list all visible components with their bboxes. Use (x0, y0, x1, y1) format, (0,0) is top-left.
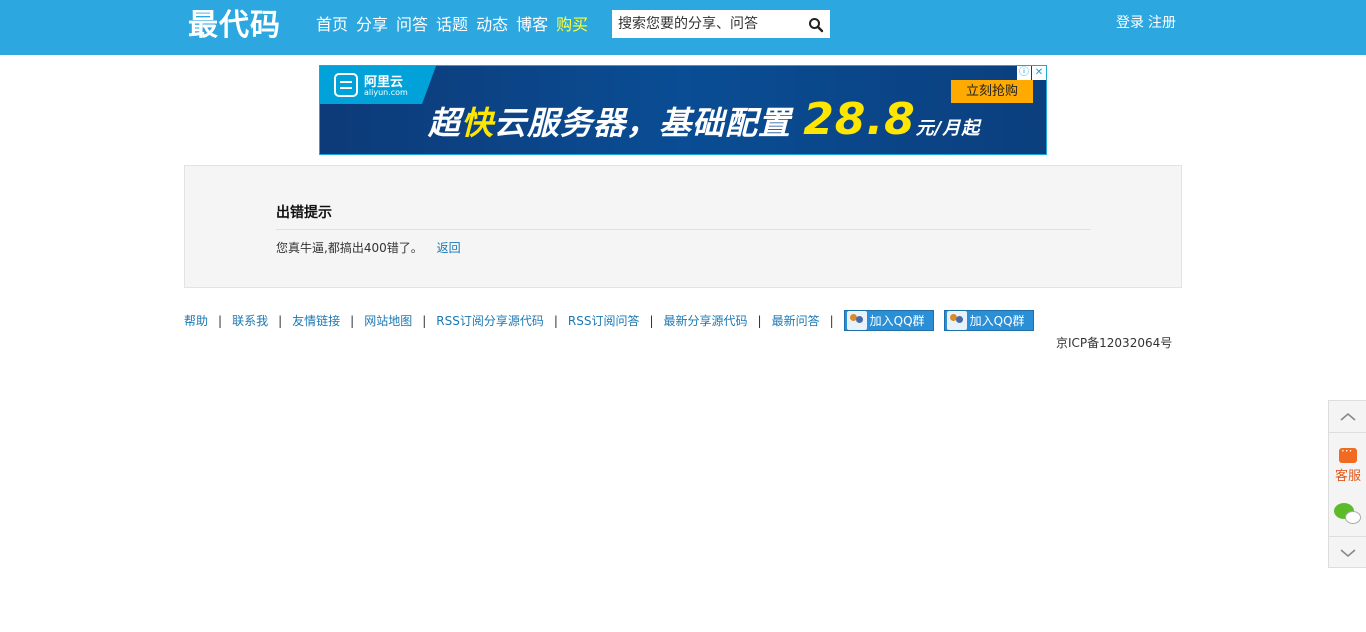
ad-headline: 超快云服务器，基础配置 28.8元/月起 (428, 94, 980, 145)
aliyun-logo-icon (334, 73, 358, 97)
chevron-up-icon (1340, 412, 1356, 421)
chat-bubble-icon (1339, 444, 1357, 463)
error-code: 400 (363, 241, 387, 255)
ad-close-icon[interactable]: ✕ (1032, 66, 1046, 80)
scroll-top-button[interactable] (1329, 401, 1366, 433)
footer-links: 帮助 | 联系我 | 友情链接 | 网站地图 | RSS订阅分享源代码 | RSS订阅问答… (184, 310, 1034, 331)
wechat-button[interactable] (1329, 499, 1366, 531)
main-nav: 首页 分享 问答 话题 动态 博客 购买 (316, 14, 588, 36)
footer-help[interactable]: 帮助 (184, 312, 208, 329)
site-logo[interactable]: 最代码 (188, 8, 281, 44)
error-message: 您真牛逼,都搞出400错了。 返回 (276, 239, 461, 256)
search-icon[interactable] (808, 17, 824, 33)
aliyun-logo: 阿里云 aliyun.com (320, 66, 436, 104)
footer-sitemap[interactable]: 网站地图 (364, 312, 412, 329)
error-message-post: 错了。 (386, 241, 423, 255)
chevron-down-icon (1340, 548, 1356, 557)
ad-brand-domain: aliyun.com (364, 88, 408, 97)
register-link[interactable]: 注册 (1148, 12, 1176, 32)
footer-rss-share[interactable]: RSS订阅分享源代码 (436, 312, 544, 329)
footer-latest-qa[interactable]: 最新问答 (772, 312, 820, 329)
join-qq-group-button-2[interactable]: 加入QQ群 (943, 310, 1034, 331)
error-title: 出错提示 (276, 202, 1091, 230)
nav-home[interactable]: 首页 (316, 14, 348, 36)
error-panel: 出错提示 您真牛逼,都搞出400错了。 返回 (184, 165, 1182, 288)
qq-group-icon (846, 311, 867, 330)
ad-headline-post: 云服务器，基础配置 (494, 104, 792, 142)
customer-service-button[interactable]: 客服 (1329, 441, 1366, 491)
ad-price: 28.8 (803, 94, 916, 145)
nav-buy[interactable]: 购买 (556, 14, 588, 36)
customer-service-label: 客服 (1334, 469, 1361, 484)
nav-topics[interactable]: 话题 (436, 14, 468, 36)
floating-sidebar: 客服 (1328, 400, 1366, 568)
footer-latest-share[interactable]: 最新分享源代码 (664, 312, 748, 329)
nav-activity[interactable]: 动态 (476, 14, 508, 36)
login-link[interactable]: 登录 (1116, 12, 1144, 32)
top-header: 最代码 首页 分享 问答 话题 动态 博客 购买 登录 注册 (0, 0, 1366, 55)
nav-blog[interactable]: 博客 (516, 14, 548, 36)
ad-controls: ⓘ ✕ (1017, 66, 1046, 80)
ad-unit: 元/月起 (915, 118, 981, 139)
footer-contact[interactable]: 联系我 (232, 312, 268, 329)
qq-button-label: 加入QQ群 (969, 314, 1025, 328)
qq-button-label: 加入QQ群 (869, 314, 925, 328)
ad-info-icon[interactable]: ⓘ (1017, 66, 1031, 80)
search-input[interactable] (612, 10, 802, 38)
footer-rss-qa[interactable]: RSS订阅问答 (568, 312, 640, 329)
footer-friend-links[interactable]: 友情链接 (292, 312, 340, 329)
back-link[interactable]: 返回 (437, 241, 461, 255)
icp-license: 京ICP备12032064号 (1056, 336, 1173, 350)
auth-links: 登录 注册 (1116, 12, 1176, 32)
ad-cta-button[interactable]: 立刻抢购 (951, 80, 1033, 103)
error-message-pre: 您真牛逼,都搞出 (276, 241, 364, 255)
nav-qa[interactable]: 问答 (396, 14, 428, 36)
search-box (612, 10, 830, 38)
nav-share[interactable]: 分享 (356, 14, 388, 36)
ad-headline-highlight: 快 (461, 104, 495, 142)
join-qq-group-button-1[interactable]: 加入QQ群 (843, 310, 934, 331)
wechat-icon (1334, 503, 1362, 527)
ad-headline-pre: 超 (428, 104, 462, 142)
ad-banner[interactable]: 阿里云 aliyun.com 超快云服务器，基础配置 28.8元/月起 立刻抢购… (319, 65, 1047, 155)
scroll-bottom-button[interactable] (1329, 536, 1366, 568)
qq-group-icon (946, 311, 967, 330)
